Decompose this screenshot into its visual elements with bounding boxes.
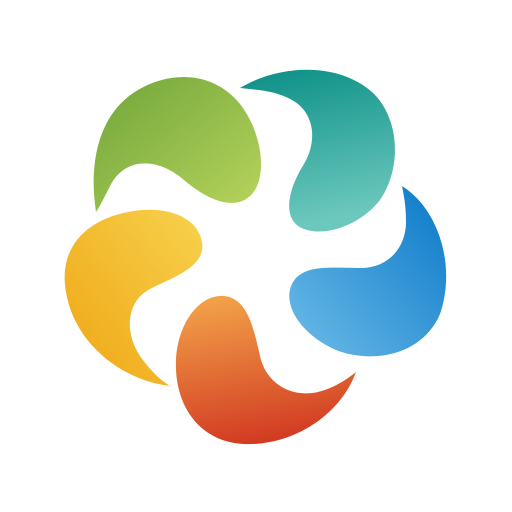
logo-canvas xyxy=(0,0,512,512)
green-petal xyxy=(93,77,262,212)
teal-petal xyxy=(240,69,395,232)
swirl-logo xyxy=(64,69,447,445)
